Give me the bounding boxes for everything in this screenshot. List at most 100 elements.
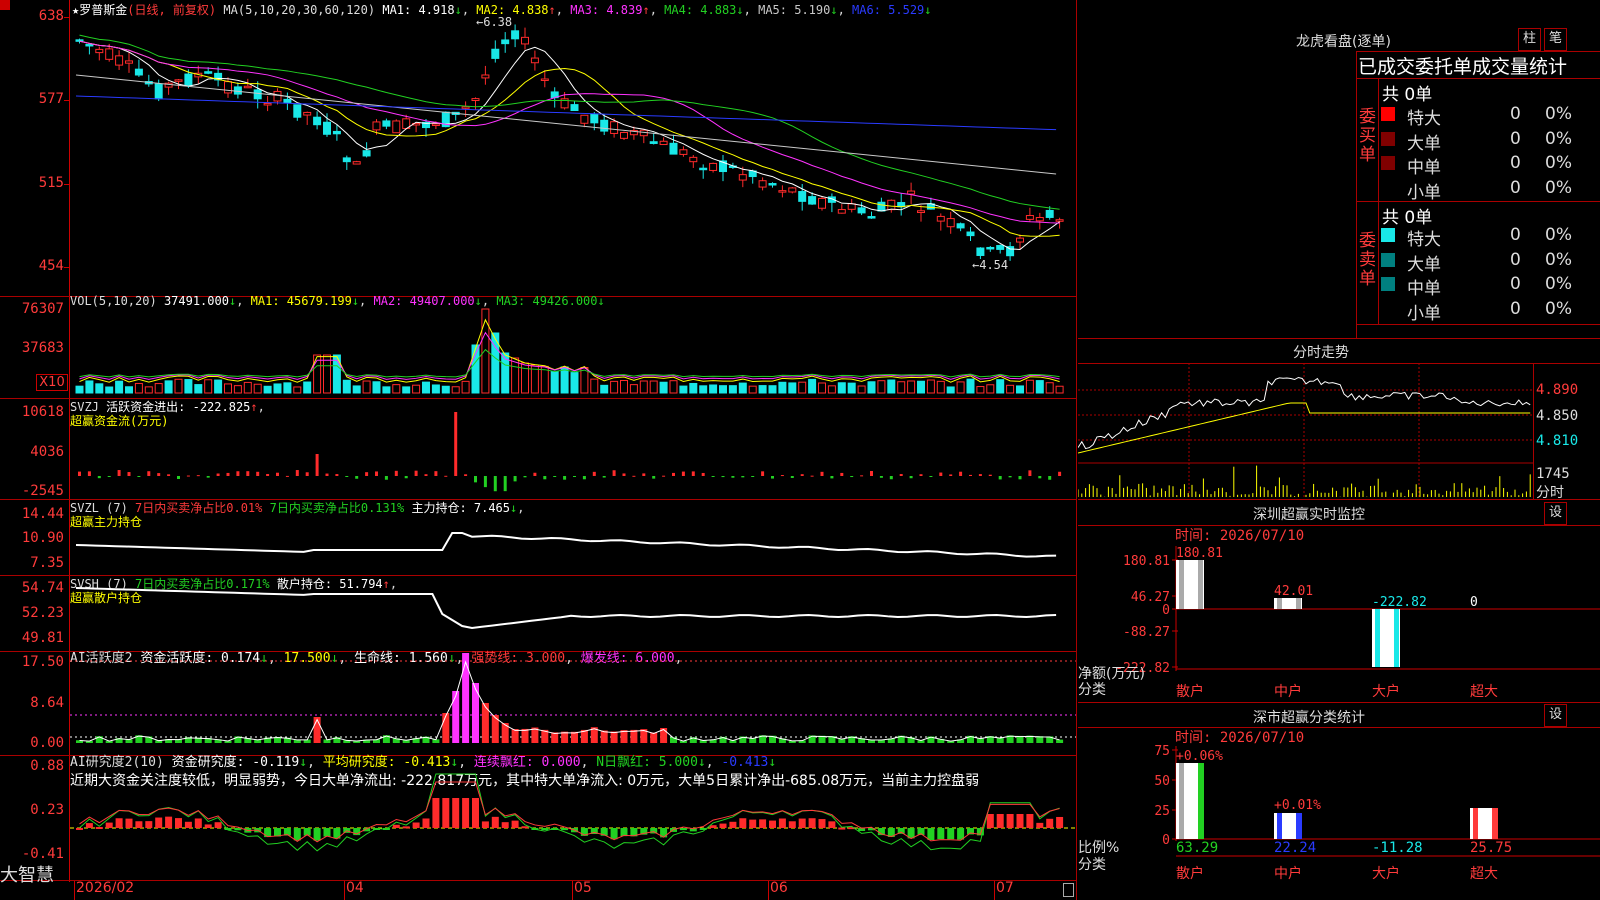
flow-bar bbox=[177, 476, 180, 480]
monitor-chart: 180.8146.270-88.27-222.82180.8142.01-222… bbox=[1078, 546, 1600, 700]
class-settings-button[interactable]: 设 bbox=[1544, 704, 1567, 727]
chart-area[interactable]: 638 577 515 454 ★罗普斯金(日线, 前复权) MA(5,10,2… bbox=[0, 0, 1077, 900]
flow-bar bbox=[533, 472, 537, 476]
candle bbox=[946, 218, 955, 228]
svsh-chart bbox=[75, 587, 1057, 630]
research-bar bbox=[115, 818, 123, 828]
level-count: 0 bbox=[1510, 298, 1521, 319]
candle bbox=[481, 74, 490, 79]
research-bar bbox=[729, 821, 737, 828]
candle bbox=[471, 98, 480, 102]
flow-bar bbox=[711, 476, 715, 477]
candle bbox=[649, 141, 658, 144]
volume-bar bbox=[887, 379, 896, 394]
tick-mode-button[interactable]: 笔 bbox=[1544, 28, 1567, 51]
category-label: 大户 bbox=[1372, 865, 1400, 882]
flow-bar bbox=[573, 476, 576, 477]
candlestick-chart[interactable] bbox=[70, 0, 1076, 296]
bar-bottom-value: 22.24 bbox=[1274, 840, 1316, 856]
flow-bar bbox=[553, 476, 557, 477]
volume-bar bbox=[897, 381, 906, 394]
flow-bar bbox=[137, 476, 141, 477]
volume-bar bbox=[521, 362, 529, 394]
activity-bar bbox=[472, 683, 479, 743]
volume-bar bbox=[620, 379, 628, 394]
candle bbox=[273, 90, 282, 102]
y-label: 0.00 bbox=[30, 735, 64, 751]
volume-bar bbox=[194, 384, 203, 394]
y-label: 577 bbox=[38, 91, 64, 107]
volume-bar bbox=[986, 384, 995, 394]
candle bbox=[580, 114, 589, 124]
candle bbox=[362, 150, 371, 157]
volume-bar bbox=[1006, 384, 1015, 394]
flow-bar bbox=[691, 471, 695, 476]
y-label: 25 bbox=[1154, 804, 1170, 819]
volume-bar bbox=[303, 381, 312, 394]
research-bar bbox=[412, 822, 420, 828]
flow-bar bbox=[107, 476, 111, 477]
candle bbox=[105, 48, 114, 60]
y-label: 0 bbox=[1162, 833, 1170, 848]
research-bar bbox=[491, 816, 499, 828]
flow-bar bbox=[483, 476, 487, 488]
flow-bar bbox=[157, 473, 161, 476]
flow-bar bbox=[78, 471, 81, 476]
y-label: 4.890 bbox=[1536, 382, 1579, 398]
flow-bar bbox=[870, 470, 873, 476]
category-label: 散户 bbox=[1176, 865, 1204, 882]
flow-bar bbox=[513, 476, 517, 482]
volume-bar bbox=[827, 385, 836, 394]
flow-bar bbox=[731, 476, 735, 478]
volume-bar bbox=[174, 378, 183, 394]
level-swatch bbox=[1381, 107, 1395, 121]
volume-bar bbox=[610, 380, 619, 394]
monitor-title: 深圳超赢实时监控 bbox=[1253, 507, 1365, 523]
flow-bar bbox=[780, 475, 784, 477]
candle bbox=[511, 30, 520, 40]
candle bbox=[659, 140, 668, 146]
ma2-line bbox=[79, 40, 1060, 237]
lock-icon[interactable] bbox=[1063, 883, 1074, 897]
x-label: 05 bbox=[574, 880, 592, 896]
research-bar bbox=[402, 826, 410, 829]
volume-bar bbox=[976, 386, 985, 394]
candle bbox=[1055, 219, 1064, 222]
candle bbox=[847, 203, 856, 210]
level-count: 0 bbox=[1510, 225, 1521, 245]
research-bar bbox=[521, 826, 529, 829]
flow-bar bbox=[592, 471, 596, 476]
volume-bar bbox=[966, 378, 975, 394]
candle bbox=[95, 48, 104, 54]
volume-bar bbox=[372, 381, 381, 394]
unit-label: 比例% bbox=[1078, 840, 1119, 856]
candle bbox=[1016, 237, 1024, 243]
net-bar-shade bbox=[1277, 598, 1282, 609]
activity-bar bbox=[462, 653, 470, 743]
flow-bar bbox=[622, 473, 626, 476]
flow-bar bbox=[949, 474, 953, 476]
research-bar bbox=[452, 798, 460, 828]
candle bbox=[976, 247, 985, 256]
volume-bar bbox=[323, 354, 331, 394]
flow-bar bbox=[444, 475, 448, 477]
buy-total: 共 0单 bbox=[1382, 85, 1433, 105]
flow-bar bbox=[305, 472, 309, 476]
volume-bar bbox=[917, 380, 925, 394]
candle bbox=[283, 98, 292, 104]
lhb-tab[interactable]: 已成交委托单成交量统计 bbox=[1358, 52, 1567, 79]
activity-chart bbox=[70, 653, 1076, 743]
volume-bar bbox=[263, 385, 272, 394]
research-bar bbox=[204, 824, 212, 828]
y-label: 0 bbox=[1162, 603, 1170, 618]
bar-mode-button[interactable]: 柱 bbox=[1518, 28, 1541, 51]
candle bbox=[382, 120, 391, 127]
activity-bar bbox=[442, 713, 450, 743]
candle bbox=[966, 231, 975, 237]
monitor-settings-button[interactable]: 设 bbox=[1544, 502, 1567, 525]
intraday-chart[interactable] bbox=[1078, 363, 1534, 499]
research-bar bbox=[432, 798, 440, 828]
flow-bar bbox=[1028, 470, 1032, 476]
bar-bottom-value: 25.75 bbox=[1470, 840, 1512, 856]
volume-bar bbox=[649, 380, 658, 394]
